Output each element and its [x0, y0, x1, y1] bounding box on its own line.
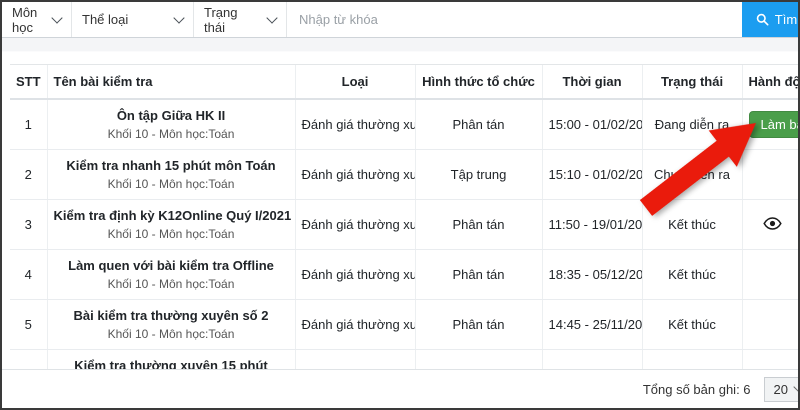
- cell-time: 11:50 - 19/01/2021: [542, 200, 642, 250]
- header-type: Loại: [295, 65, 415, 100]
- cell-status: Đang diễn ra: [642, 99, 742, 150]
- cell-format: Tập trung: [415, 150, 542, 200]
- cell-type: Đánh giá thường xuyên: [295, 300, 415, 350]
- cell-status: Kết thúc: [642, 200, 742, 250]
- test-title: Bài kiểm tra thường xuyên số 2: [54, 308, 289, 323]
- cell-format: Phân tán: [415, 99, 542, 150]
- header-status: Trạng thái: [642, 65, 742, 100]
- cell-stt: 4: [10, 250, 47, 300]
- test-subtitle: Khối 10 - Môn học:Toán: [54, 127, 289, 141]
- cell-action: [742, 300, 800, 350]
- cell-test-name: Làm quen với bài kiểm tra Offline Khối 1…: [47, 250, 295, 300]
- search-button[interactable]: Tìm kiếm: [742, 2, 800, 37]
- page-background-strip: [2, 38, 798, 52]
- eye-icon: [763, 217, 782, 230]
- cell-test-name: Kiểm tra nhanh 15 phút môn Toán Khối 10 …: [47, 150, 295, 200]
- cell-type: Đánh giá thường xuyên: [295, 200, 415, 250]
- test-subtitle: Khối 10 - Môn học:Toán: [54, 177, 289, 191]
- cell-test-name: Kiểm tra định kỳ K12Online Quý I/2021 lầ…: [47, 200, 295, 250]
- total-records-label: Tổng số bản ghi: 6: [643, 382, 751, 397]
- chevron-down-icon: [266, 12, 277, 23]
- cell-type: Đánh giá thường xuyên: [295, 99, 415, 150]
- category-filter-label: Thể loại: [82, 12, 128, 27]
- test-subtitle: Khối 10 - Môn học:Toán: [54, 227, 289, 241]
- header-stt: STT: [10, 65, 47, 100]
- cell-action: [742, 150, 800, 200]
- chevron-down-icon: [51, 12, 62, 23]
- cell-format: Phân tán: [415, 200, 542, 250]
- header-format: Hình thức tổ chức: [415, 65, 542, 100]
- category-filter-dropdown[interactable]: Thể loại: [72, 2, 194, 37]
- header-action: Hành động: [742, 65, 800, 100]
- exam-table-header: STT Tên bài kiểm tra Loại Hình thức tổ c…: [10, 65, 800, 100]
- test-title: Kiểm tra nhanh 15 phút môn Toán: [54, 158, 289, 173]
- test-subtitle: Khối 10 - Môn học:Toán: [54, 327, 289, 341]
- cell-action: Làm bài: [742, 99, 800, 150]
- cell-status: Chưa diễn ra: [642, 150, 742, 200]
- cell-format: Phân tán: [415, 300, 542, 350]
- filter-bar: Môn học Thể loại Trạng thái Tìm kiếm: [2, 2, 798, 38]
- page-size-select[interactable]: 20: [764, 377, 800, 402]
- cell-type: Đánh giá thường xuyên: [295, 150, 415, 200]
- view-result-button[interactable]: [763, 217, 782, 230]
- cell-stt: 1: [10, 99, 47, 150]
- cell-time: 15:10 - 01/02/2021: [542, 150, 642, 200]
- cell-time: 14:45 - 25/11/2020: [542, 300, 642, 350]
- cell-format: Phân tán: [415, 250, 542, 300]
- cell-action: [742, 200, 800, 250]
- status-filter-label: Trạng thái: [204, 5, 260, 35]
- search-input[interactable]: [287, 2, 742, 37]
- cell-action: [742, 250, 800, 300]
- cell-type: Đánh giá thường xuyên: [295, 250, 415, 300]
- cell-status: Kết thúc: [642, 300, 742, 350]
- cell-stt: 3: [10, 200, 47, 250]
- table-row: 3 Kiểm tra định kỳ K12Online Quý I/2021 …: [10, 200, 800, 250]
- table-row: 2 Kiểm tra nhanh 15 phút môn Toán Khối 1…: [10, 150, 800, 200]
- cell-test-name: Ôn tập Giữa HK II Khối 10 - Môn học:Toán: [47, 99, 295, 150]
- table-footer: Tổng số bản ghi: 6 20: [2, 369, 798, 408]
- cell-status: Kết thúc: [642, 250, 742, 300]
- test-title: Kiểm tra định kỳ K12Online Quý I/2021 lầ…: [54, 208, 289, 223]
- header-test-name: Tên bài kiểm tra: [47, 65, 295, 100]
- test-subtitle: Khối 10 - Môn học:Toán: [54, 277, 289, 291]
- cell-stt: 5: [10, 300, 47, 350]
- header-time: Thời gian: [542, 65, 642, 100]
- chevron-down-icon: [173, 12, 184, 23]
- cell-test-name: Bài kiểm tra thường xuyên số 2 Khối 10 -…: [47, 300, 295, 350]
- cell-time: 15:00 - 01/02/2021: [542, 99, 642, 150]
- test-title: Làm quen với bài kiểm tra Offline: [54, 258, 289, 273]
- table-row: 4 Làm quen với bài kiểm tra Offline Khối…: [10, 250, 800, 300]
- table-row: 5 Bài kiểm tra thường xuyên số 2 Khối 10…: [10, 300, 800, 350]
- table-row: 1 Ôn tập Giữa HK II Khối 10 - Môn học:To…: [10, 99, 800, 150]
- subject-filter-label: Môn học: [12, 5, 45, 35]
- magnifier-icon: [756, 13, 769, 26]
- subject-filter-dropdown[interactable]: Môn học: [2, 2, 72, 37]
- take-test-button[interactable]: Làm bài: [749, 111, 800, 138]
- search-button-label: Tìm kiếm: [775, 12, 800, 27]
- page-size-value: 20: [774, 382, 788, 397]
- cell-stt: 2: [10, 150, 47, 200]
- cell-time: 18:35 - 05/12/2020: [542, 250, 642, 300]
- test-title: Ôn tập Giữa HK II: [54, 108, 289, 123]
- exam-table: STT Tên bài kiểm tra Loại Hình thức tổ c…: [10, 64, 800, 400]
- status-filter-dropdown[interactable]: Trạng thái: [194, 2, 287, 37]
- exam-list-page: Môn học Thể loại Trạng thái Tìm kiếm: [0, 0, 800, 410]
